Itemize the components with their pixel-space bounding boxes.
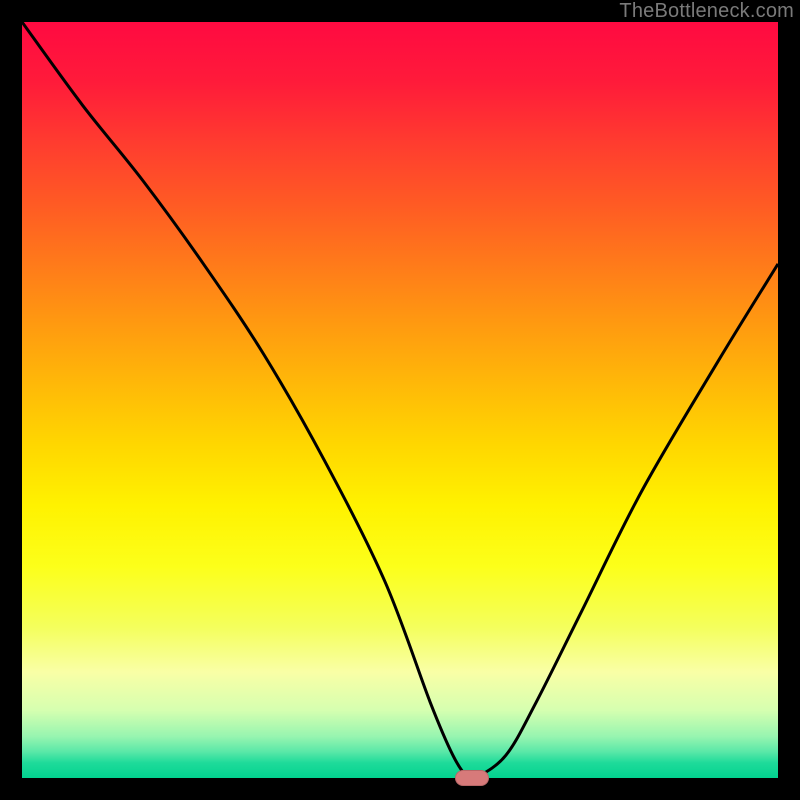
optimum-marker xyxy=(455,770,489,786)
curve-path xyxy=(22,22,778,778)
attribution-text: TheBottleneck.com xyxy=(619,0,794,23)
chart-frame xyxy=(22,22,778,778)
chart-curve-svg xyxy=(22,22,778,778)
